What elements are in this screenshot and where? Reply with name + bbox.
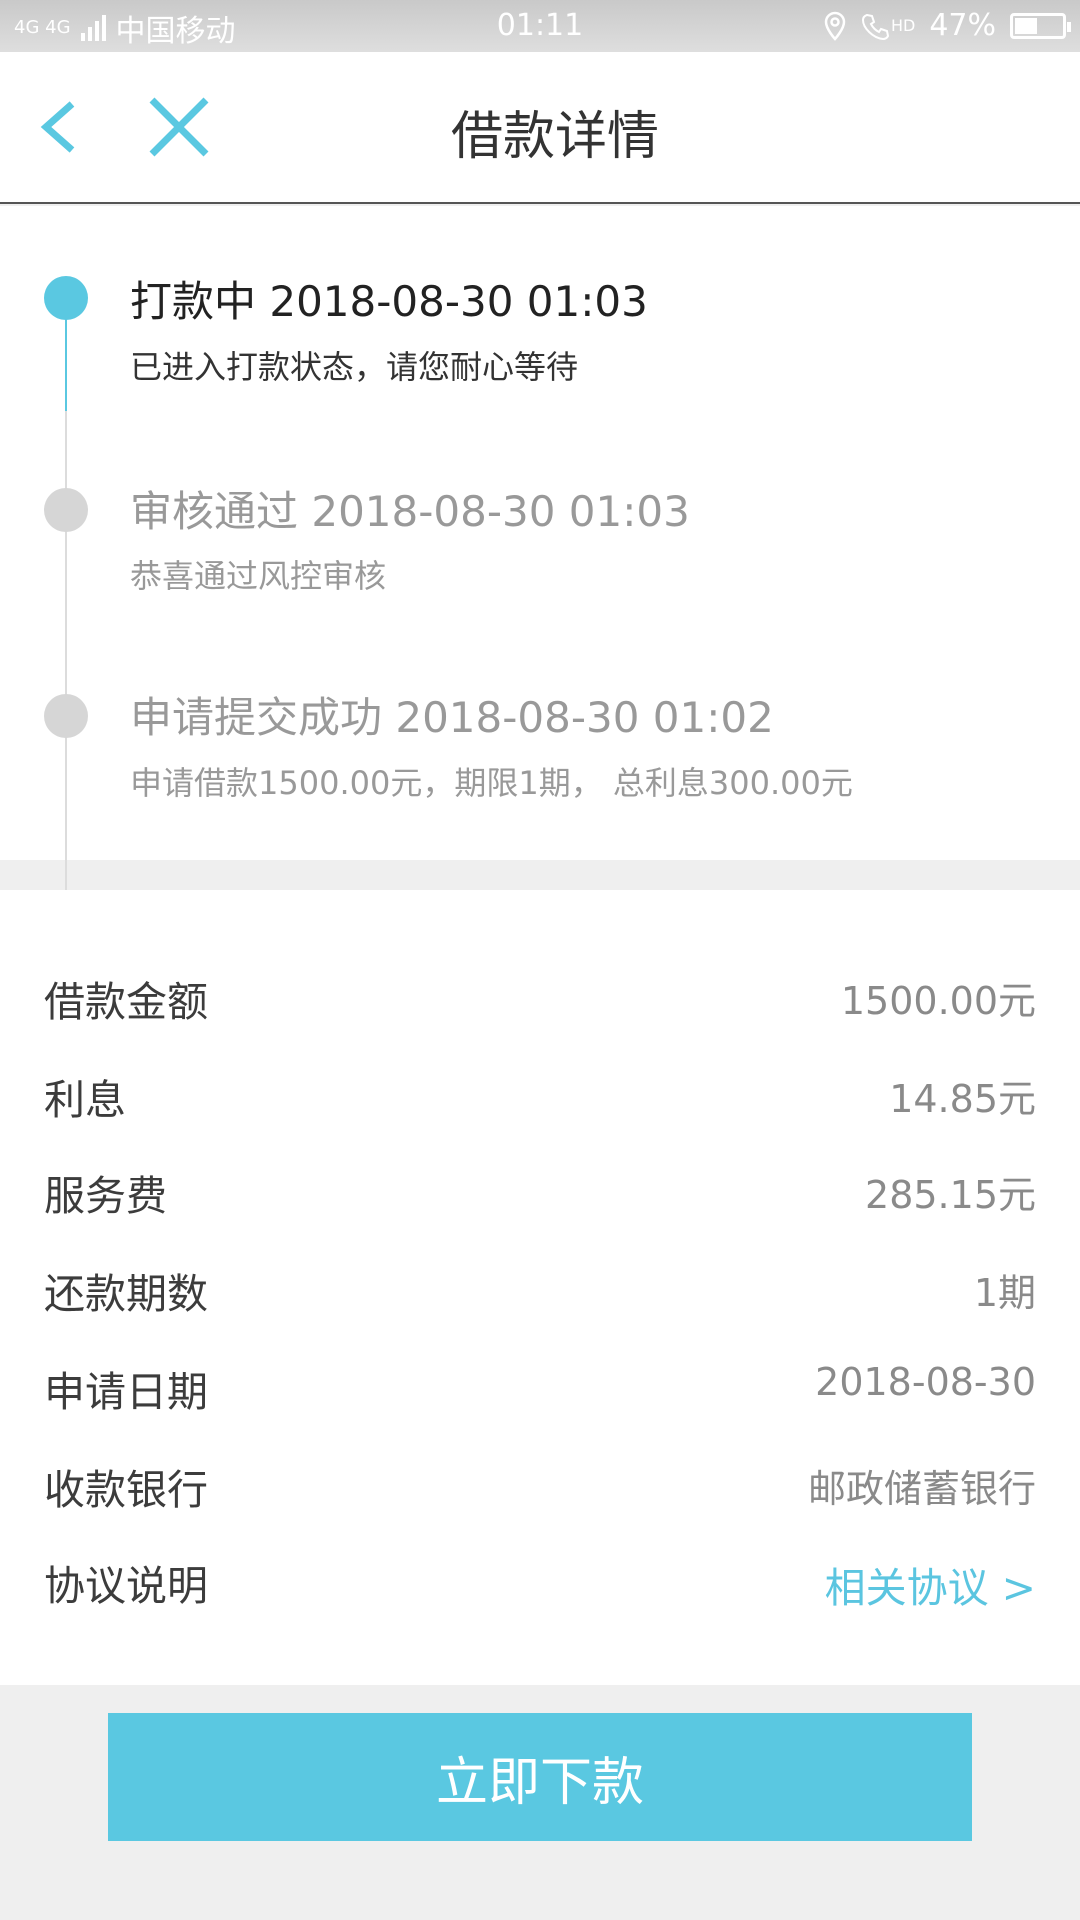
row-value: 2018-08-30	[815, 1360, 1036, 1404]
detail-row-periods: 还款期数 1期	[0, 1240, 1080, 1330]
row-value: 邮政储蓄银行	[807, 1467, 1036, 1511]
timeline-desc: 恭喜通过风控审核	[130, 557, 387, 595]
timeline-line	[65, 506, 67, 716]
timeline-title: 审核通过 2018-08-30 01:03	[130, 487, 690, 536]
row-label: 借款金额	[44, 978, 208, 1026]
detail-row-amount: 借款金额 1500.00元	[0, 948, 1080, 1038]
timeline-desc: 已进入打款状态，请您耐心等待	[130, 348, 579, 386]
hd-label: HD	[890, 16, 916, 35]
row-value: 285.15元	[865, 1173, 1036, 1217]
battery-icon	[1010, 12, 1071, 39]
timeline-dot-active	[44, 276, 88, 320]
row-label: 服务费	[44, 1172, 167, 1220]
timeline-dot	[44, 488, 88, 532]
row-label: 协议说明	[44, 1562, 208, 1610]
status-bar: 4G 4G 中国移动 01:11 HD 47%	[0, 0, 1080, 52]
disburse-now-button[interactable]: 立即下款	[108, 1713, 972, 1841]
agreement-link[interactable]: 相关协议 >	[825, 1554, 1036, 1614]
timeline-title: 打款中 2018-08-30 01:03	[130, 277, 648, 326]
row-value: 1期	[973, 1271, 1036, 1315]
page-title: 借款详情	[450, 107, 659, 167]
status-right: HD 47%	[823, 8, 1071, 43]
row-value: 14.85元	[889, 1077, 1036, 1121]
battery-percent: 47%	[929, 8, 996, 43]
detail-row-agreement[interactable]: 协议说明 相关协议 >	[0, 1532, 1080, 1622]
row-label: 还款期数	[44, 1270, 208, 1318]
bottom-bar: 立即下款	[0, 1685, 1080, 1920]
timeline-dot	[44, 694, 88, 738]
detail-row-bank: 收款银行 邮政储蓄银行	[0, 1436, 1080, 1526]
status-timeline: 打款中 2018-08-30 01:03 已进入打款状态，请您耐心等待 审核通过…	[0, 206, 1080, 921]
detail-row-apply-date: 申请日期 2018-08-30	[0, 1338, 1080, 1428]
nav-header: 借款详情	[0, 52, 1080, 204]
row-label: 申请日期	[44, 1368, 208, 1416]
location-icon	[824, 11, 846, 41]
timeline-desc: 申请借款1500.00元，期限1期， 总利息300.00元	[130, 764, 853, 802]
timeline-title: 申请提交成功 2018-08-30 01:02	[130, 693, 774, 742]
row-label: 利息	[44, 1076, 126, 1124]
detail-row-interest: 利息 14.85元	[0, 1046, 1080, 1136]
row-label: 收款银行	[44, 1466, 208, 1514]
detail-row-service-fee: 服务费 285.15元	[0, 1142, 1080, 1232]
loan-details: 借款金额 1500.00元 利息 14.85元 服务费 285.15元 还款期数…	[0, 890, 1080, 1685]
row-value: 1500.00元	[840, 979, 1036, 1023]
hd-call-icon: HD	[861, 12, 915, 40]
